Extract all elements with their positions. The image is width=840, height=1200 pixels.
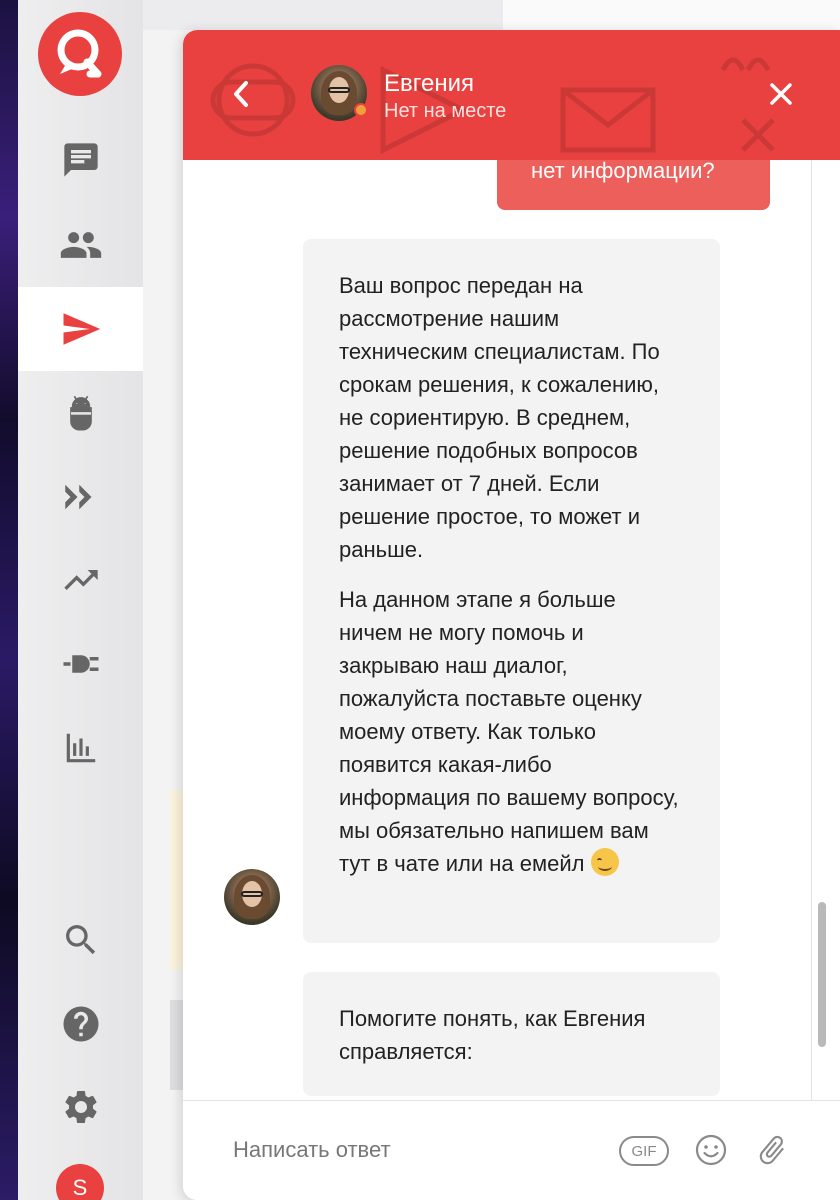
nav-settings[interactable] xyxy=(18,1065,143,1149)
reply-input[interactable] xyxy=(233,1135,593,1165)
nav-help[interactable] xyxy=(18,982,143,1066)
plug-icon xyxy=(63,655,98,673)
nav-growth[interactable] xyxy=(18,538,143,622)
bar-chart-icon xyxy=(66,733,95,763)
gif-label: GIF xyxy=(631,1142,657,1160)
scrollbar-track xyxy=(811,160,812,1100)
nav-conversations[interactable] xyxy=(18,118,143,202)
emoji-button[interactable] xyxy=(694,1133,728,1172)
people-icon xyxy=(60,232,101,258)
send-icon xyxy=(63,313,100,345)
android-icon xyxy=(69,395,92,431)
message-list[interactable]: нет информации? Ваш вопрос передан на ра… xyxy=(183,160,813,1100)
agent-message-avatar xyxy=(224,869,280,925)
logo-icon xyxy=(57,29,102,78)
chat-icon xyxy=(63,143,98,177)
back-button[interactable] xyxy=(223,76,259,112)
desktop-background xyxy=(0,0,18,1200)
user-avatar[interactable]: S xyxy=(56,1164,104,1200)
nav-visitors[interactable] xyxy=(18,203,143,287)
agent-message-paragraph: На данном этапе я больше ничем не могу п… xyxy=(339,583,684,880)
chat-window: Евгения Нет на месте нет информации? Ваш… xyxy=(183,30,840,1200)
trending-up-icon xyxy=(63,570,98,590)
nav-reports[interactable] xyxy=(18,706,143,790)
fast-forward-icon xyxy=(64,484,91,510)
search-icon xyxy=(65,925,95,955)
smile-emoji-icon xyxy=(590,848,619,876)
nav-integrations[interactable] xyxy=(18,622,143,706)
scrollbar-thumb[interactable] xyxy=(818,902,826,1047)
user-avatar-letter: S xyxy=(72,1175,88,1200)
close-icon xyxy=(770,83,792,105)
rating-prompt-text: Помогите понять, как Евгения справляется… xyxy=(339,1006,646,1064)
user-message-text: нет информации? xyxy=(531,160,715,183)
background-header xyxy=(143,0,503,30)
background-card xyxy=(170,1000,184,1090)
help-icon xyxy=(63,1006,98,1042)
agent-name: Евгения xyxy=(384,70,474,97)
status-away-indicator xyxy=(354,103,368,117)
app-logo[interactable] xyxy=(38,12,122,96)
nav-search[interactable] xyxy=(18,898,143,982)
paperclip-icon xyxy=(759,1135,784,1165)
smiley-icon xyxy=(695,1134,727,1166)
nav-bots[interactable] xyxy=(18,371,143,455)
gear-icon xyxy=(64,1091,97,1123)
chat-header: Евгения Нет на месте xyxy=(183,30,840,160)
message-composer: GIF xyxy=(183,1100,840,1200)
gif-button[interactable]: GIF xyxy=(619,1136,669,1166)
chevron-left-icon xyxy=(234,81,248,107)
background-card-highlight xyxy=(170,790,184,970)
background-header-right xyxy=(503,0,840,30)
agent-message-paragraph: Ваш вопрос передан на рассмотрение нашим… xyxy=(339,273,660,562)
rating-prompt-message: Помогите понять, как Евгения справляется… xyxy=(303,972,720,1096)
agent-message: Ваш вопрос передан на рассмотрение нашим… xyxy=(303,239,720,943)
nav-messages[interactable] xyxy=(18,287,143,371)
user-message: нет информации? xyxy=(497,160,770,210)
close-button[interactable] xyxy=(765,78,797,110)
sidebar: S xyxy=(18,0,143,1200)
agent-message-text: На данном этапе я больше ничем не могу п… xyxy=(339,587,679,876)
agent-status: Нет на месте xyxy=(384,100,507,122)
header-pattern-icon xyxy=(210,57,775,155)
attach-button[interactable] xyxy=(755,1133,789,1172)
nav-triggers[interactable] xyxy=(18,455,143,539)
